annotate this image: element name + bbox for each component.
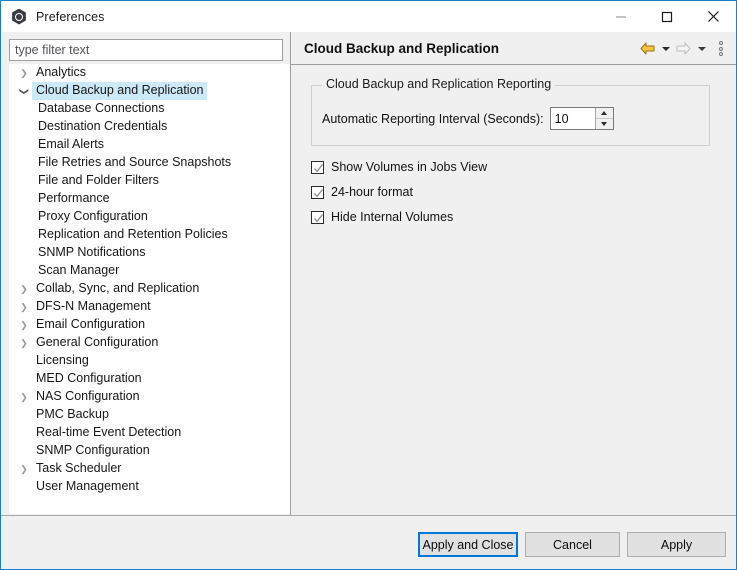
checkbox-label: Hide Internal Volumes [331,210,453,224]
sidebar-item-label: Email Configuration [32,316,149,334]
preferences-dialog: Preferences ❯Analytics❯Cloud Backup and … [0,0,737,570]
settings-panel: Cloud Backup and Replication [291,32,736,515]
sidebar-item-task-scheduler[interactable]: ❯Task Scheduler [9,460,290,478]
stepper-decrement-icon[interactable] [596,119,613,130]
sidebar-item-label: Replication and Retention Policies [34,226,232,244]
chevron-right-icon[interactable]: ❯ [16,465,32,474]
sidebar-item-proxy-configuration[interactable]: Proxy Configuration [9,208,290,226]
dialog-footer: Apply and Close Cancel Apply [1,516,736,569]
checkbox-checked-icon[interactable] [311,186,324,199]
forward-dropdown-icon [695,38,708,60]
view-menu-icon[interactable] [714,38,728,60]
sidebar-item-nas-configuration[interactable]: ❯NAS Configuration [9,388,290,406]
checkbox-checked-icon[interactable] [311,161,324,174]
chevron-down-icon[interactable]: ❯ [20,83,29,99]
back-dropdown-icon[interactable] [659,38,672,60]
sidebar-item-label: File Retries and Source Snapshots [34,154,235,172]
sidebar-item-snmp-notifications[interactable]: SNMP Notifications [9,244,290,262]
sidebar-item-label: Collab, Sync, and Replication [32,280,203,298]
apply-and-close-button[interactable]: Apply and Close [418,532,518,557]
sidebar-item-scan-manager[interactable]: Scan Manager [9,262,290,280]
title-bar: Preferences [1,1,736,32]
panel-header: Cloud Backup and Replication [291,32,736,65]
panel-toolbar [638,32,728,65]
sidebar-item-label: SNMP Configuration [32,442,154,460]
sidebar-item-snmp-configuration[interactable]: SNMP Configuration [9,442,290,460]
chevron-right-icon[interactable]: ❯ [16,285,32,294]
back-arrow-icon[interactable] [638,38,657,60]
sidebar-item-label: Proxy Configuration [34,208,152,226]
sidebar-item-label: File and Folder Filters [34,172,163,190]
interval-value[interactable]: 10 [551,108,595,129]
search-input[interactable] [9,39,283,61]
group-box-title: Cloud Backup and Replication Reporting [322,77,555,91]
sidebar-item-label: MED Configuration [32,370,146,388]
sidebar-item-email-alerts[interactable]: Email Alerts [9,136,290,154]
sidebar-item-performance[interactable]: Performance [9,190,290,208]
sidebar-item-label: PMC Backup [32,406,113,424]
sidebar-item-label: Database Connections [34,100,168,118]
stepper-increment-icon[interactable] [596,108,613,119]
chevron-right-icon[interactable]: ❯ [16,321,32,330]
checkbox-row[interactable]: 24-hour format [311,182,487,202]
sidebar-item-label: Scan Manager [34,262,123,280]
sidebar-item-label: Analytics [32,64,90,82]
sidebar-item-user-management[interactable]: User Management [9,478,290,496]
sidebar-item-label: General Configuration [32,334,162,352]
chevron-right-icon[interactable]: ❯ [16,339,32,348]
reporting-group-box: Cloud Backup and Replication Reporting A… [311,85,710,146]
window-title: Preferences [36,10,105,24]
chevron-right-icon[interactable]: ❯ [16,69,32,78]
checkbox-row[interactable]: Show Volumes in Jobs View [311,157,487,177]
sidebar-item-database-connections[interactable]: Database Connections [9,100,290,118]
checkbox-row[interactable]: Hide Internal Volumes [311,207,487,227]
interval-row: Automatic Reporting Interval (Seconds): … [322,107,614,130]
interval-label: Automatic Reporting Interval (Seconds): [322,112,544,126]
sidebar-item-label: Licensing [32,352,93,370]
checkbox-group: Show Volumes in Jobs View 24-hour format H… [311,157,487,232]
filter-field-wrapper [9,39,283,61]
maximize-icon[interactable] [644,1,690,32]
minimize-icon[interactable] [598,1,644,32]
sidebar-item-label: Task Scheduler [32,460,125,478]
window-controls [598,1,736,32]
quantity-stepper[interactable]: 10 [550,107,614,130]
checkbox-checked-icon[interactable] [311,211,324,224]
page-title: Cloud Backup and Replication [304,41,499,56]
checkbox-label: 24-hour format [331,185,413,199]
sidebar-item-label: SNMP Notifications [34,244,149,262]
sidebar-item-label: NAS Configuration [32,388,144,406]
chevron-right-icon[interactable]: ❯ [16,303,32,312]
sidebar-item-pmc-backup[interactable]: PMC Backup [9,406,290,424]
sidebar-item-label: Performance [34,190,114,208]
cancel-button[interactable]: Cancel [525,532,620,557]
sidebar-item-label: DFS-N Management [32,298,155,316]
sidebar-item-licensing[interactable]: Licensing [9,352,290,370]
sidebar-item-label: User Management [32,478,143,496]
chevron-right-icon[interactable]: ❯ [16,393,32,402]
sidebar-item-real-time-event-detection[interactable]: Real-time Event Detection [9,424,290,442]
sidebar-item-destination-credentials[interactable]: Destination Credentials [9,118,290,136]
checkbox-label: Show Volumes in Jobs View [331,160,487,174]
sidebar-item-analytics[interactable]: ❯Analytics [9,64,290,82]
sidebar-item-label: Cloud Backup and Replication [32,82,207,100]
sidebar-item-file-and-folder-filters[interactable]: File and Folder Filters [9,172,290,190]
sidebar-item-cloud-backup-and-replication[interactable]: ❯Cloud Backup and Replication [9,82,290,100]
apply-button[interactable]: Apply [627,532,726,557]
sidebar-item-label: Email Alerts [34,136,108,154]
sidebar-item-email-configuration[interactable]: ❯Email Configuration [9,316,290,334]
sidebar-item-replication-and-retention-policies[interactable]: Replication and Retention Policies [9,226,290,244]
sidebar-item-general-configuration[interactable]: ❯General Configuration [9,334,290,352]
app-hexagon-icon [11,9,27,25]
preferences-tree[interactable]: ❯Analytics❯Cloud Backup and ReplicationD… [9,64,290,514]
sidebar-item-label: Real-time Event Detection [32,424,185,442]
sidebar-item-dfs-n-management[interactable]: ❯DFS-N Management [9,298,290,316]
forward-arrow-icon [674,38,693,60]
sidebar-item-collab-sync-and-replication[interactable]: ❯Collab, Sync, and Replication [9,280,290,298]
sidebar-item-file-retries-and-source-snapshots[interactable]: File Retries and Source Snapshots [9,154,290,172]
sidebar-item-label: Destination Credentials [34,118,171,136]
stepper-buttons [595,108,613,129]
sidebar-item-med-configuration[interactable]: MED Configuration [9,370,290,388]
close-icon[interactable] [690,1,736,32]
